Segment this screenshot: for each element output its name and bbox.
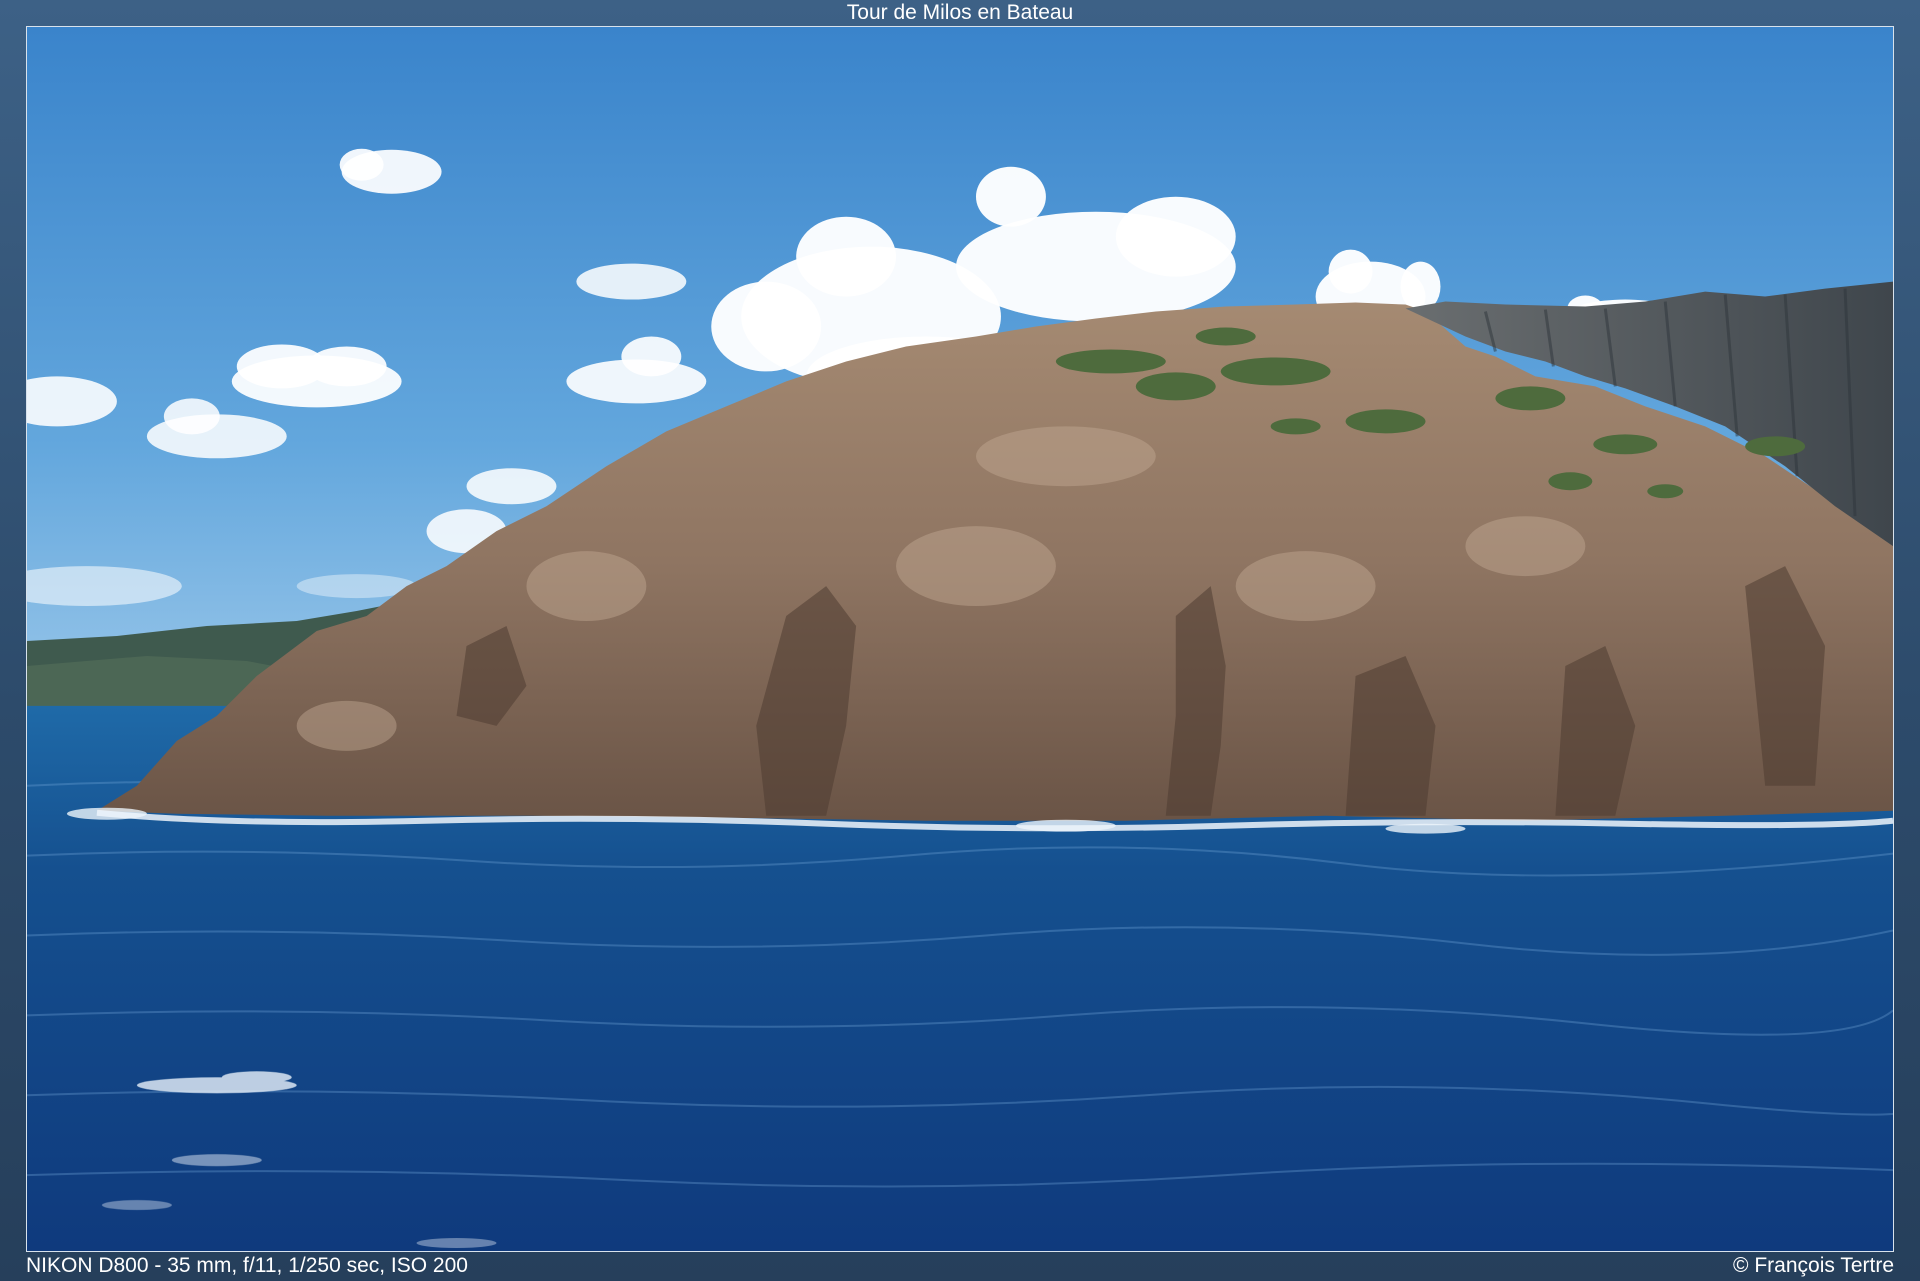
- landscape-photo[interactable]: [26, 26, 1894, 1252]
- gallery-frame: Tour de Milos en Bateau NIKON D800 - 35 …: [0, 0, 1920, 1281]
- copyright-caption: © François Tertre: [1733, 1254, 1894, 1277]
- landscape-photo-icon: [27, 27, 1893, 1251]
- exif-caption: NIKON D800 - 35 mm, f/11, 1/250 sec, ISO…: [26, 1254, 468, 1277]
- photo-title: Tour de Milos en Bateau: [846, 1, 1074, 24]
